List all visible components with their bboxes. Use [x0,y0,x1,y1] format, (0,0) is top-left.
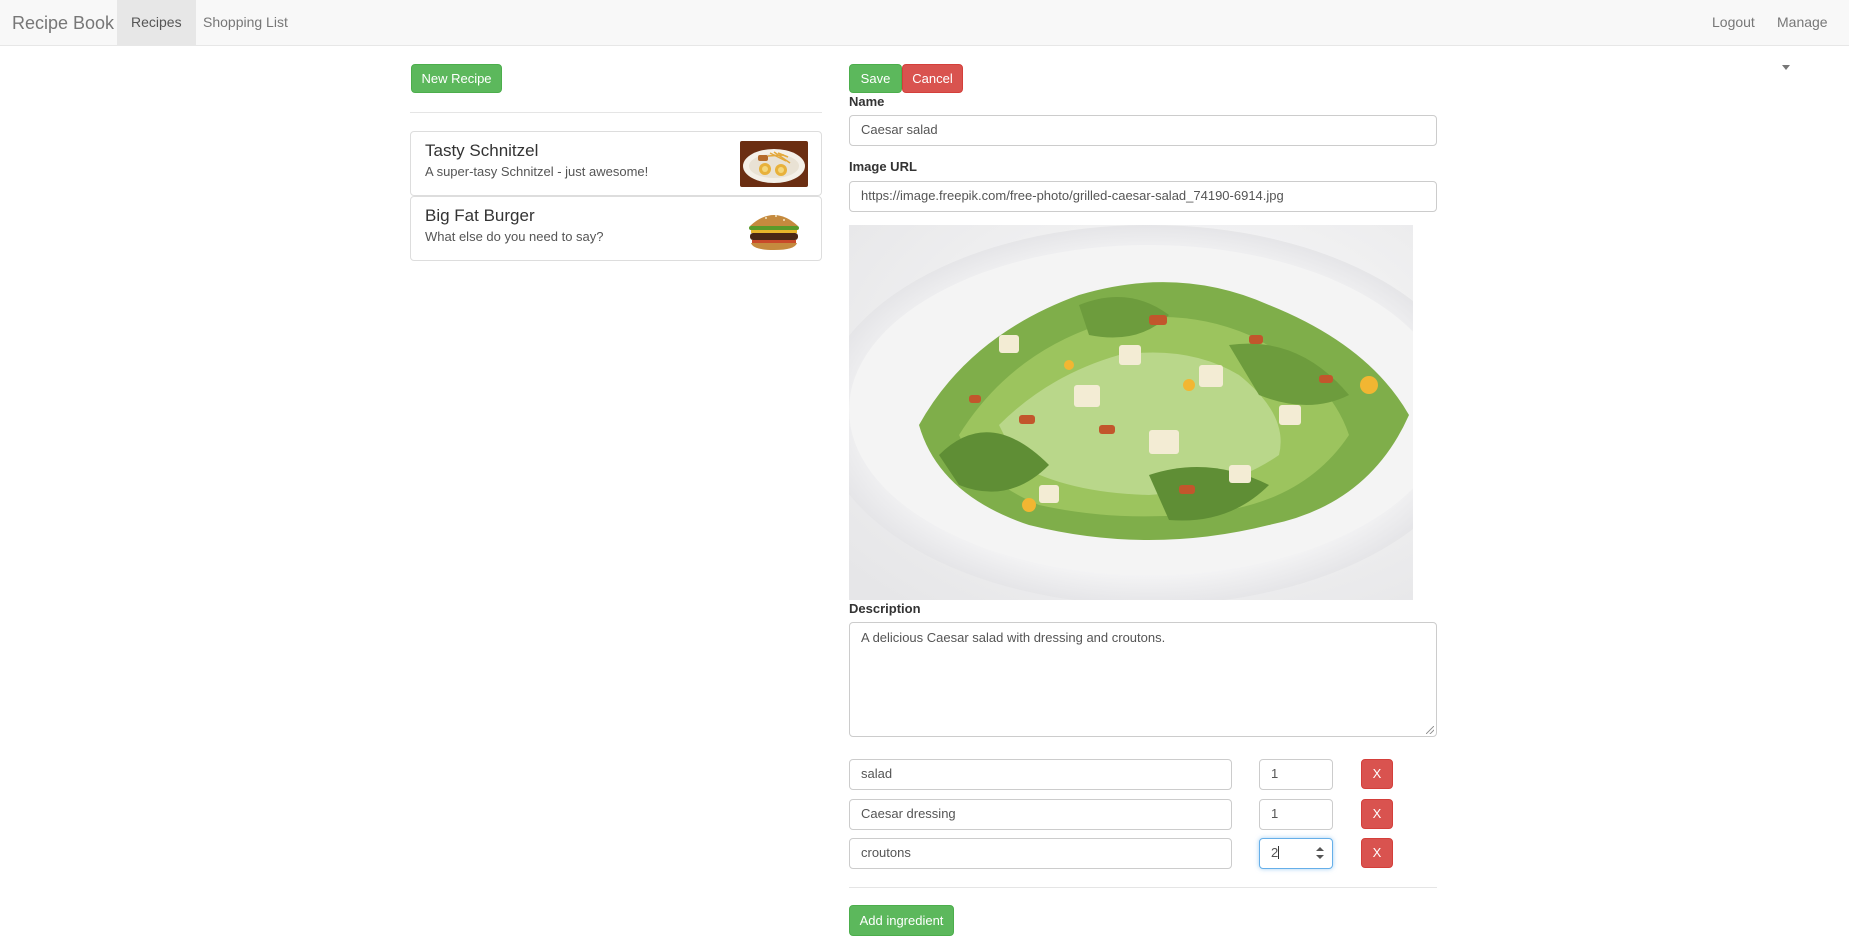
recipe-description: A super-tasy Schnitzel - just awesome! [425,164,649,179]
amount-value: 2 [1271,845,1279,860]
ingredient-amount-input[interactable]: 1 [1259,759,1333,790]
nav-recipes-link[interactable]: Recipes [117,0,196,45]
ingredients-divider [849,887,1437,888]
manage-label: Manage [1777,14,1828,30]
name-label: Name [849,94,885,109]
new-recipe-button[interactable]: New Recipe [411,64,502,93]
ingredient-amount-input[interactable]: 2 [1259,838,1333,869]
recipe-title: Tasty Schnitzel [425,141,539,160]
resize-handle-icon[interactable] [1426,726,1434,734]
description-textarea[interactable]: A delicious Caesar salad with dressing a… [849,622,1437,737]
delete-ingredient-button[interactable]: X [1361,838,1393,868]
recipe-item[interactable]: Big Fat Burger What else do you need to … [410,196,822,261]
logout-link[interactable]: Logout [1698,0,1769,45]
description-text: A delicious Caesar salad with dressing a… [861,630,1166,645]
description-label: Description [849,601,921,616]
navbar: Recipe Book Recipes Shopping List Logout… [0,0,1849,70]
burger-image [740,206,808,252]
add-ingredient-button[interactable]: Add ingredient [849,905,954,936]
save-button[interactable]: Save [849,64,902,93]
ingredient-name-input[interactable]: salad [849,759,1232,790]
brand-link[interactable]: Recipe Book [12,13,114,34]
recipe-title: Big Fat Burger [425,206,535,225]
image-url-label: Image URL [849,159,917,174]
cancel-button[interactable]: Cancel [902,64,963,93]
schnitzel-image [740,141,808,187]
recipe-item[interactable]: Tasty Schnitzel A super-tasy Schnitzel -… [410,131,822,196]
caesar-salad-image [849,225,1413,600]
chevron-down-icon [1782,65,1790,70]
manage-dropdown[interactable]: Manage [1763,0,1849,70]
recipe-description: What else do you need to say? [425,229,604,244]
ingredient-name-input[interactable]: croutons [849,838,1232,869]
text-cursor [1278,846,1280,859]
ingredient-amount-input[interactable]: 1 [1259,799,1333,830]
image-url-input[interactable]: https://image.freepik.com/free-photo/gri… [849,181,1437,212]
ingredient-name-input[interactable]: Caesar dressing [849,799,1232,830]
delete-ingredient-button[interactable]: X [1361,759,1393,789]
number-spinner-icon[interactable] [1316,847,1324,859]
nav-shopping-list-link[interactable]: Shopping List [189,0,302,45]
name-input[interactable]: Caesar salad [849,115,1437,146]
list-divider [410,112,822,113]
delete-ingredient-button[interactable]: X [1361,799,1393,829]
